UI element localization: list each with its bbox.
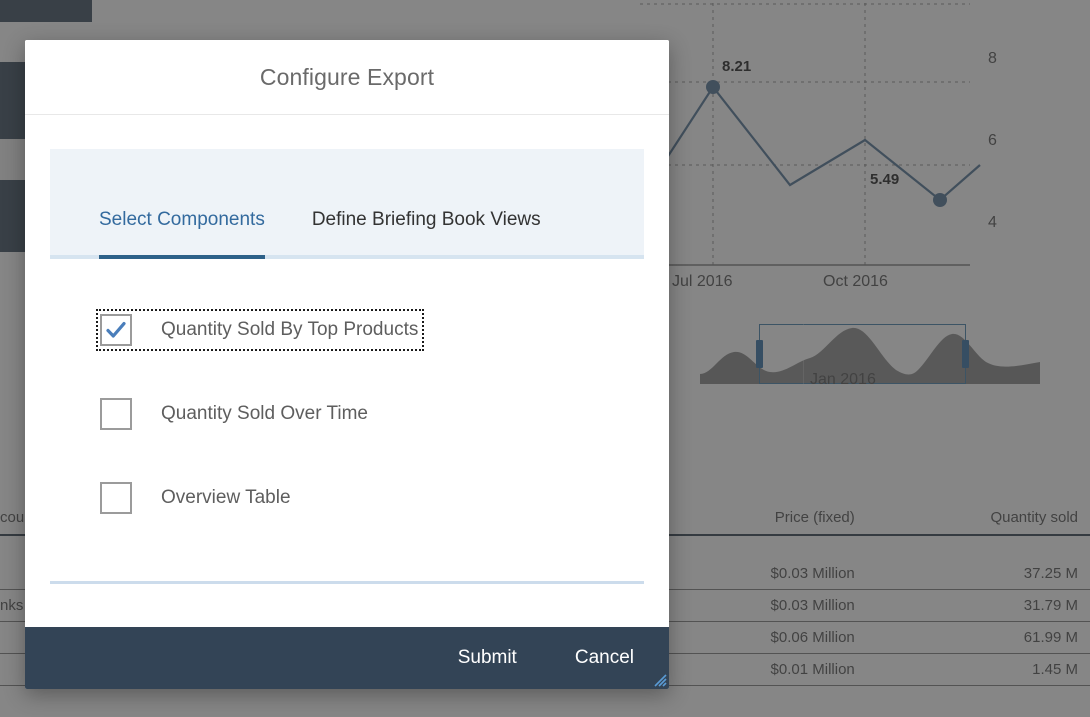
dialog-header: Configure Export bbox=[25, 40, 669, 115]
checkbox-overview-table[interactable] bbox=[100, 482, 132, 514]
tab-define-briefing-book-views-label: Define Briefing Book Views bbox=[311, 209, 541, 230]
tab-define-briefing-book-views[interactable]: Define Briefing Book Views bbox=[312, 209, 541, 255]
checkbox-quantity-sold-over-time[interactable] bbox=[100, 398, 132, 430]
page-title: Configure Export bbox=[259, 63, 435, 90]
resize-grip-lines bbox=[654, 674, 667, 687]
tab-select-components-label: Select Components bbox=[99, 209, 265, 230]
dialog-body-divider bbox=[50, 581, 644, 584]
configure-export-dialog: Configure Export Select Components Defin… bbox=[25, 40, 669, 689]
checkbox-label: Overview Table bbox=[161, 487, 291, 508]
component-checkbox-list: Quantity Sold By Top Products Quantity S… bbox=[25, 309, 669, 517]
checkbox-row-quantity-sold-by-top-products[interactable]: Quantity Sold By Top Products bbox=[95, 309, 425, 351]
checkbox-label: Quantity Sold Over Time bbox=[161, 403, 368, 424]
tab-select-components[interactable]: Select Components bbox=[99, 209, 265, 259]
checkbox-row-overview-table[interactable]: Overview Table bbox=[98, 479, 295, 517]
resize-grip-icon[interactable] bbox=[651, 671, 667, 687]
checkbox-quantity-sold-by-top-products[interactable] bbox=[100, 314, 132, 346]
checkmark-icon bbox=[106, 322, 126, 338]
checkbox-label: Quantity Sold By Top Products bbox=[161, 319, 419, 340]
cancel-button[interactable]: Cancel bbox=[565, 641, 644, 675]
dialog-footer: Submit Cancel bbox=[25, 627, 669, 689]
submit-button[interactable]: Submit bbox=[448, 641, 527, 675]
dialog-tab-bar: Select Components Define Briefing Book V… bbox=[50, 149, 644, 259]
dialog-body: Select Components Define Briefing Book V… bbox=[25, 115, 669, 627]
checkbox-row-quantity-sold-over-time[interactable]: Quantity Sold Over Time bbox=[98, 395, 372, 433]
